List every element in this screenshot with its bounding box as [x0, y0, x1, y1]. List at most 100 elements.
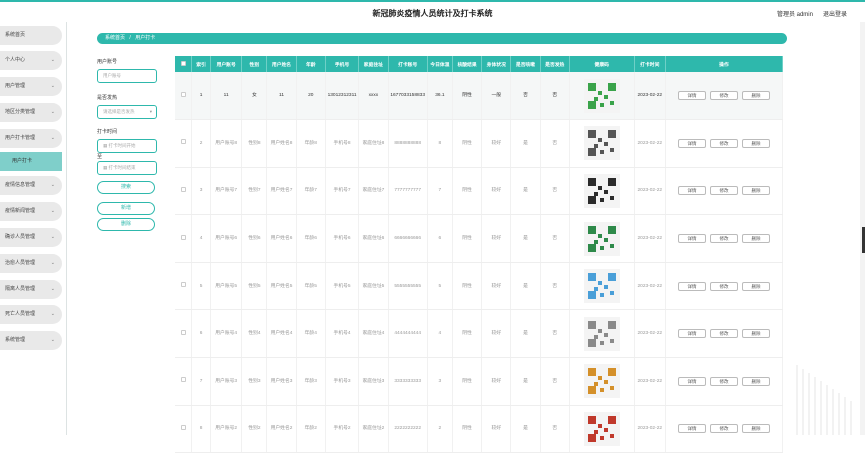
edit-button[interactable]: 修改: [709, 234, 738, 244]
sidebar-item[interactable]: 用户管理 ⌄: [0, 77, 62, 96]
logout-button[interactable]: 退出登录: [823, 9, 847, 18]
detail-button[interactable]: 详情: [677, 424, 706, 434]
actions-cell: 详情 修改 删除: [665, 357, 784, 406]
detail-button[interactable]: 详情: [677, 329, 706, 339]
time-start-placeholder: 打卡时间开始: [108, 143, 136, 148]
cell-phone: 手机号6: [325, 214, 360, 263]
chevron-down-icon: ⌄: [50, 135, 55, 141]
time-label: 打卡时间: [97, 129, 118, 135]
row-checkbox-cell: [175, 72, 193, 121]
row-checkbox[interactable]: [180, 329, 186, 335]
row-delete-button[interactable]: 删除: [741, 186, 770, 196]
add-button[interactable]: 新增: [97, 202, 155, 215]
row-checkbox[interactable]: [180, 377, 186, 383]
chevron-down-icon: ▾: [149, 109, 152, 114]
sidebar-item[interactable]: 隔离人员管理 ⌄: [0, 280, 62, 299]
row-checkbox[interactable]: [180, 139, 186, 145]
cell-temp: 7: [427, 167, 453, 216]
row-delete-button[interactable]: 删除: [741, 329, 770, 339]
cell-name: 用户姓名5: [266, 262, 297, 311]
cell-fever: 否: [540, 72, 570, 121]
sidebar-item[interactable]: 个人中心 ⌄: [0, 51, 62, 70]
sidebar-item[interactable]: 治愈人员管理 ⌄: [0, 254, 62, 273]
health-code-image[interactable]: [583, 364, 620, 399]
row-delete-button[interactable]: 删除: [741, 281, 770, 291]
health-code-image[interactable]: [583, 316, 620, 351]
edit-button[interactable]: 修改: [709, 329, 738, 339]
row-checkbox[interactable]: [180, 186, 186, 192]
account-input[interactable]: 用户账号: [97, 69, 157, 83]
sidebar-item[interactable]: 死亡人员管理 ⌄: [0, 305, 62, 324]
sidebar-item[interactable]: 用户打卡管理 ⌄: [0, 129, 62, 148]
health-code-image[interactable]: [583, 269, 620, 304]
edit-button[interactable]: 修改: [709, 186, 738, 196]
sidebar-item[interactable]: 确诊人员管理 ⌄: [0, 228, 62, 247]
cell-temp: 8: [427, 119, 453, 168]
fever-select[interactable]: 请选择是否发热 ▾: [97, 105, 157, 119]
cell-health: 较好: [481, 309, 512, 359]
page-scrollbar[interactable]: [860, 22, 865, 435]
search-button[interactable]: 搜索: [97, 181, 155, 194]
cell-gender: 女: [241, 72, 268, 121]
sidebar-item[interactable]: 系统首页: [0, 26, 62, 45]
detail-button[interactable]: 详情: [677, 138, 706, 148]
cell-gender: 性别6: [241, 214, 268, 263]
time-range-separator: 至: [97, 154, 103, 160]
health-code-image[interactable]: [583, 126, 620, 161]
app-title: 新冠肺炎疫情人员统计及打卡系统: [372, 9, 493, 18]
health-code-image[interactable]: [583, 78, 620, 113]
cell-card: 8888888888: [388, 119, 428, 168]
detail-button[interactable]: 详情: [677, 376, 706, 386]
column-header: 身体状况: [481, 56, 512, 72]
select-all-checkbox[interactable]: [180, 60, 186, 66]
cell-name: 用户姓名7: [266, 167, 297, 216]
edit-button[interactable]: 修改: [709, 424, 738, 434]
cell-name: 11: [266, 72, 297, 121]
sidebar-item[interactable]: 疫情新闻管理 ⌄: [0, 202, 62, 221]
time-start-input[interactable]: ▦ 打卡时间开始: [97, 139, 157, 153]
sidebar-item[interactable]: 地区分类管理 ⌄: [0, 103, 62, 122]
sidebar-item[interactable]: 疫情信息管理 ⌄: [0, 176, 62, 195]
breadcrumb-home[interactable]: 系统首页: [105, 35, 125, 41]
row-delete-button[interactable]: 删除: [741, 424, 770, 434]
cell-gender: 性别3: [241, 357, 268, 406]
column-header[interactable]: [175, 56, 193, 72]
health-code-cell: [569, 214, 635, 263]
detail-button[interactable]: 详情: [677, 91, 706, 101]
sidebar-item[interactable]: 用户打卡: [0, 152, 62, 171]
edit-button[interactable]: 修改: [709, 376, 738, 386]
row-checkbox-cell: [175, 119, 193, 168]
cell-nucleic: 阴性: [452, 262, 483, 311]
actions-cell: 详情 修改 删除: [665, 167, 784, 216]
edit-button[interactable]: 修改: [709, 91, 738, 101]
cell-phone: 手机号8: [325, 119, 360, 168]
row-checkbox[interactable]: [180, 234, 186, 240]
column-header: 是否咳嗽: [510, 56, 541, 72]
time-end-input[interactable]: ▦ 打卡时间结束: [97, 161, 157, 175]
account-label: 用户账号: [97, 59, 118, 65]
row-checkbox[interactable]: [180, 424, 186, 430]
row-delete-button[interactable]: 删除: [741, 91, 770, 101]
detail-button[interactable]: 详情: [677, 234, 706, 244]
table-row: 7 用户账号3 性别3 用户姓名3 年龄3 手机号3 家庭住址3 3333333333 3 阴性较…: [175, 357, 784, 406]
chevron-down-icon: ⌄: [50, 57, 55, 63]
cell-time: 2023-02-22: [634, 167, 666, 216]
delete-button[interactable]: 删除: [97, 218, 155, 231]
sidebar-item[interactable]: 系统管理 ⌄: [0, 331, 62, 350]
detail-button[interactable]: 详情: [677, 186, 706, 196]
column-header: 索引: [191, 56, 211, 72]
cell-name: 用户姓名6: [266, 214, 297, 263]
row-checkbox[interactable]: [180, 91, 186, 97]
health-code-image[interactable]: [583, 221, 620, 256]
row-delete-button[interactable]: 删除: [741, 234, 770, 244]
edit-button[interactable]: 修改: [709, 281, 738, 291]
detail-button[interactable]: 详情: [677, 281, 706, 291]
edit-button[interactable]: 修改: [709, 138, 738, 148]
sidebar-item-label: 用户打卡: [12, 158, 33, 164]
sidebar-item-label: 系统首页: [5, 32, 26, 38]
row-delete-button[interactable]: 删除: [741, 376, 770, 386]
row-checkbox[interactable]: [180, 282, 186, 288]
health-code-image[interactable]: [583, 411, 620, 446]
health-code-image[interactable]: [583, 173, 620, 208]
row-delete-button[interactable]: 删除: [741, 138, 770, 148]
